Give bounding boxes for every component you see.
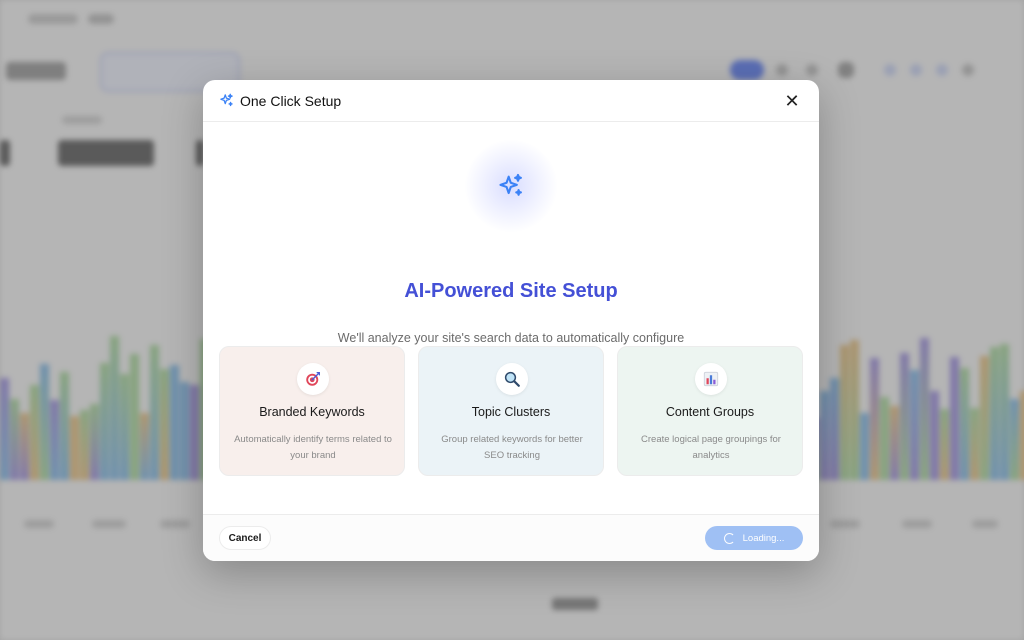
feature-card-content-groups: Content Groups Create logical page group…: [617, 346, 803, 476]
spinner-icon: [723, 532, 735, 544]
setup-modal: One Click Setup ✕ AI-Powered Site Setup …: [203, 80, 819, 561]
card-title: Content Groups: [665, 405, 755, 419]
close-icon: ✕: [784, 90, 800, 111]
loading-button[interactable]: Loading...: [705, 526, 803, 550]
loading-label: Loading...: [742, 532, 785, 544]
card-title: Branded Keywords: [259, 405, 365, 419]
feature-card-branded-keywords: Branded Keywords Automatically identify …: [219, 346, 405, 476]
modal-header: One Click Setup ✕: [203, 80, 819, 122]
modal-body: AI-Powered Site Setup We'll analyze your…: [203, 122, 819, 514]
magnifier-icon: [496, 363, 528, 395]
feature-card-topic-clusters: Topic Clusters Group related keywords fo…: [418, 346, 604, 476]
close-button[interactable]: ✕: [781, 90, 803, 112]
bar-chart-icon: [695, 363, 727, 395]
card-description: Automatically identify terms related to …: [234, 434, 392, 461]
sparkles-icon: [219, 93, 234, 108]
card-description: Group related keywords for better SEO tr…: [441, 434, 583, 461]
modal-title: One Click Setup: [240, 92, 342, 109]
card-title: Topic Clusters: [471, 405, 551, 419]
cancel-button[interactable]: Cancel: [219, 526, 271, 550]
modal-footer: Cancel Loading...: [203, 514, 819, 561]
card-description: Create logical page groupings for analyt…: [641, 434, 781, 461]
target-icon: [297, 363, 329, 395]
feature-cards: Branded Keywords Automatically identify …: [219, 346, 803, 476]
hero-title: AI-Powered Site Setup: [404, 280, 618, 302]
sparkles-icon: [497, 172, 525, 200]
